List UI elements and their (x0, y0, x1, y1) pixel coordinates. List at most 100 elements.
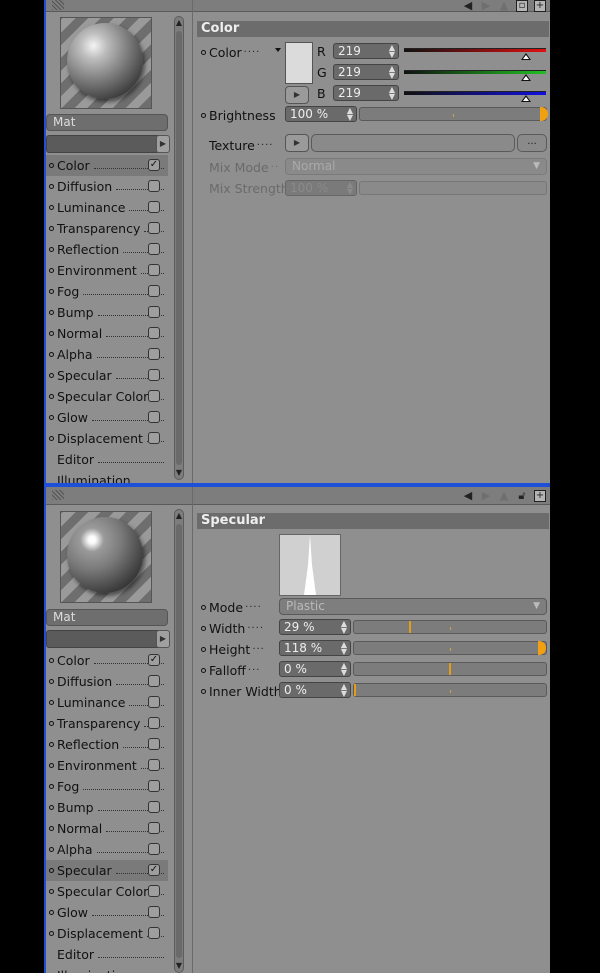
channel-checkbox[interactable] (148, 243, 160, 255)
sidebar-scrollbar[interactable]: ▲ ▼ (174, 509, 184, 973)
width-slider[interactable] (353, 620, 547, 634)
brightness-slider-handle[interactable] (540, 107, 548, 121)
channel-checkbox[interactable] (148, 306, 160, 318)
channel-item[interactable]: Alpha (46, 344, 168, 365)
animate-dot-icon[interactable] (201, 112, 206, 118)
falloff-field[interactable]: 0 % ▲ ▼ (279, 661, 351, 677)
height-field[interactable]: 118 % ▲ ▼ (279, 640, 351, 656)
animate-dot-icon[interactable] (201, 604, 206, 610)
spin-arrows-icon[interactable]: ▲ ▼ (341, 641, 347, 656)
channel-checkbox[interactable] (148, 369, 160, 381)
channel-checkbox[interactable] (148, 390, 160, 402)
channel-checkbox[interactable] (148, 201, 160, 213)
scroll-down-icon[interactable]: ▼ (175, 468, 183, 478)
channel-checkbox[interactable] (148, 411, 160, 423)
channel-item[interactable]: Editor (46, 944, 168, 965)
channel-item[interactable]: Glow (46, 902, 168, 923)
channel-checkbox[interactable] (148, 927, 160, 939)
mode-dropdown[interactable]: Plastic ▼ (279, 598, 547, 615)
scrollbar-thumb[interactable] (176, 31, 182, 465)
channel-checkbox[interactable]: ✓ (148, 864, 160, 876)
spin-arrows-icon[interactable]: ▲ ▼ (389, 44, 395, 59)
material-dropdown[interactable] (46, 135, 168, 153)
channel-item[interactable]: Environment (46, 260, 168, 281)
color-picker-toggle[interactable]: ▶ (285, 86, 309, 104)
channel-checkbox[interactable]: ✓ (148, 654, 160, 666)
spin-arrows-icon[interactable]: ▲ ▼ (389, 86, 395, 101)
drag-grip-icon[interactable] (52, 0, 64, 10)
texture-field[interactable] (311, 134, 515, 152)
channel-item[interactable]: Specular Color (46, 881, 168, 902)
channel-item[interactable]: Specular (46, 365, 168, 386)
texture-options-button[interactable]: ▶ (285, 134, 309, 152)
r-field[interactable]: 219 ▲ ▼ (333, 43, 399, 59)
material-name-field[interactable]: Mat (46, 114, 168, 131)
channel-item[interactable]: Bump (46, 302, 168, 323)
brightness-field[interactable]: 100 % ▲ ▼ (285, 106, 357, 122)
spin-arrows-icon[interactable]: ▲ ▼ (341, 683, 347, 698)
channel-checkbox[interactable] (148, 327, 160, 339)
g-field[interactable]: 219 ▲ ▼ (333, 64, 399, 80)
channel-checkbox[interactable] (148, 906, 160, 918)
channel-item[interactable]: Reflection (46, 734, 168, 755)
b-slider-handle-icon[interactable] (520, 95, 531, 102)
scroll-up-icon[interactable]: ▲ (175, 511, 183, 521)
channel-item[interactable]: Fog (46, 281, 168, 302)
inner-width-slider[interactable] (353, 683, 547, 697)
brightness-slider[interactable] (359, 107, 548, 121)
channel-checkbox[interactable] (148, 285, 160, 297)
inner-width-slider-handle[interactable] (354, 684, 356, 696)
channel-checkbox[interactable] (148, 675, 160, 687)
r-gradient-slider[interactable] (404, 48, 546, 52)
channel-item[interactable]: Editor (46, 449, 168, 470)
channel-checkbox[interactable] (148, 780, 160, 792)
channel-item[interactable]: Transparency (46, 218, 168, 239)
animate-dot-icon[interactable] (201, 49, 206, 55)
sidebar-scrollbar[interactable]: ▲ ▼ (174, 16, 184, 480)
channel-item[interactable]: Alpha (46, 839, 168, 860)
falloff-slider[interactable] (353, 662, 547, 676)
animate-dot-icon[interactable] (201, 646, 206, 652)
channel-checkbox[interactable] (148, 717, 160, 729)
channel-checkbox[interactable] (148, 432, 160, 444)
mix-mode-dropdown[interactable]: Normal ▼ (285, 158, 547, 175)
r-slider-handle-icon[interactable] (520, 53, 531, 60)
spin-arrows-icon[interactable]: ▲ ▼ (389, 65, 395, 80)
channel-checkbox[interactable] (148, 738, 160, 750)
channel-checkbox[interactable] (148, 222, 160, 234)
channel-checkbox[interactable] (148, 180, 160, 192)
scroll-up-icon[interactable]: ▲ (175, 18, 183, 28)
channel-item[interactable]: Normal (46, 323, 168, 344)
b-field[interactable]: 219 ▲ ▼ (333, 85, 399, 101)
animate-dot-icon[interactable] (201, 667, 206, 673)
spin-arrows-icon[interactable]: ▲ ▼ (347, 181, 353, 196)
channel-item[interactable]: Luminance (46, 692, 168, 713)
channel-item[interactable]: Luminance (46, 197, 168, 218)
channel-item[interactable]: Color ✓ (46, 155, 168, 176)
channel-item[interactable]: Specular Color (46, 386, 168, 407)
texture-browse-button[interactable]: ... (517, 134, 547, 152)
channel-item[interactable]: Diffusion (46, 671, 168, 692)
scroll-down-icon[interactable]: ▼ (175, 961, 183, 971)
channel-item[interactable]: Displacement (46, 428, 168, 449)
drag-grip-icon[interactable] (52, 490, 64, 500)
channel-item[interactable]: Transparency (46, 713, 168, 734)
g-slider-handle-icon[interactable] (520, 74, 531, 81)
channel-item[interactable]: Illumination (46, 470, 168, 483)
spin-arrows-icon[interactable]: ▲ ▼ (347, 107, 353, 122)
channel-checkbox[interactable] (148, 759, 160, 771)
channel-checkbox[interactable] (148, 843, 160, 855)
channel-item[interactable]: Environment (46, 755, 168, 776)
mix-strength-slider[interactable] (359, 181, 547, 195)
channel-item[interactable]: Color ✓ (46, 650, 168, 671)
width-slider-handle[interactable] (409, 621, 412, 633)
material-dropdown[interactable] (46, 630, 168, 648)
height-slider[interactable] (353, 641, 547, 655)
height-slider-handle[interactable] (538, 641, 546, 655)
channel-checkbox[interactable] (148, 696, 160, 708)
material-dropdown-arrow-icon[interactable]: ▶ (156, 630, 170, 648)
channel-checkbox[interactable] (148, 348, 160, 360)
channel-checkbox[interactable] (148, 885, 160, 897)
material-dropdown-arrow-icon[interactable]: ▶ (156, 135, 170, 153)
channel-item[interactable]: Reflection (46, 239, 168, 260)
